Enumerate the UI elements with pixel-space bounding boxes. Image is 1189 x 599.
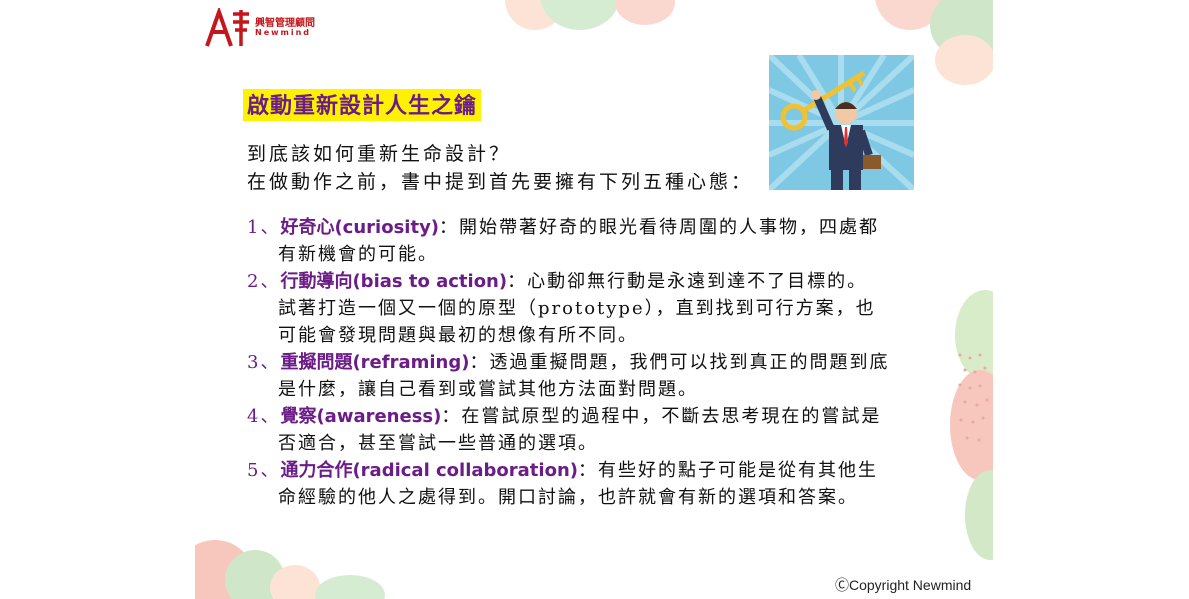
logo-en: Newmind xyxy=(255,28,312,38)
item-sep: ： xyxy=(469,352,490,373)
intro: 到底該如何重新生命設計？ 在做動作之前，書中提到首先要擁有下列五種心態： xyxy=(247,140,753,196)
logo-icon xyxy=(205,8,249,47)
decor-dots xyxy=(958,353,989,442)
list-item: 4、覺察(awareness)：在嘗試原型的過程中，不斷去思考現在的嘗試是 否適… xyxy=(247,403,947,457)
item-continuation: 試著打造一個又一個的原型（prototype），直到找到可行方案，也 xyxy=(278,298,876,319)
item-continuation: 是什麼，讓自己看到或嘗試其他方法面對問題。 xyxy=(278,379,698,400)
item-continuation: 有新機會的可能。 xyxy=(278,244,438,265)
item-number: 1、 xyxy=(247,217,281,238)
copyright: ⒸCopyright Newmind xyxy=(835,577,972,593)
item-text: 開始帶著好奇的眼光看待周圍的人事物，四處都 xyxy=(459,217,880,238)
item-term: 行動導向(bias to action) xyxy=(280,271,508,292)
item-sep: ： xyxy=(439,217,460,238)
list-item: 3、重擬問題(reframing)：透過重擬問題，我們可以找到真正的問題到底 是… xyxy=(247,349,947,403)
item-sep: ： xyxy=(507,271,528,292)
decor-blob xyxy=(615,0,675,25)
page-title: 啟動重新設計人生之鑰 xyxy=(243,89,482,121)
decor-blob xyxy=(540,0,620,30)
slide: 興智管理顧問 Newmind 啟動重新設計人生之鑰 到底該如何重新生命設計？ 在… xyxy=(195,0,993,599)
decor-blob xyxy=(935,35,993,85)
item-number: 3、 xyxy=(247,352,281,373)
intro-line: 到底該如何重新生命設計？ xyxy=(247,143,512,165)
item-continuation: 可能會發現問題與最初的想像有所不同。 xyxy=(278,325,638,346)
item-term: 重擬問題(reframing) xyxy=(280,352,470,373)
item-continuation: 命經驗的他人之處得到。開口討論，也許就會有新的選項和答案。 xyxy=(278,487,858,508)
item-text: 有些好的點子可能是從有其他生 xyxy=(598,460,878,481)
item-number: 4、 xyxy=(247,406,281,427)
decor-blob xyxy=(315,575,385,599)
decor-blob xyxy=(270,565,320,599)
item-text: 在嘗試原型的過程中，不斷去思考現在的嘗試是 xyxy=(461,406,882,427)
item-text: 心動卻無行動是永遠到達不了目標的。 xyxy=(527,271,868,292)
item-continuation: 否適合，甚至嘗試一些普通的選項。 xyxy=(278,433,598,454)
item-term: 好奇心(curiosity) xyxy=(280,217,440,238)
decor-blob xyxy=(965,470,993,560)
mindset-list: 1、好奇心(curiosity)：開始帶著好奇的眼光看待周圍的人事物，四處都 有… xyxy=(247,214,947,511)
businessman-key-illustration xyxy=(769,55,914,190)
item-sep: ： xyxy=(578,460,598,481)
list-item: 5、通力合作(radical collaboration)：有些好的點子可能是從… xyxy=(247,457,947,511)
item-number: 2、 xyxy=(247,271,281,292)
item-term: 通力合作(radical collaboration) xyxy=(280,460,578,481)
list-item: 2、行動導向(bias to action)：心動卻無行動是永遠到達不了目標的。… xyxy=(247,268,947,349)
item-text: 透過重擬問題，我們可以找到真正的問題到底 xyxy=(489,352,890,373)
logo: 興智管理顧問 Newmind xyxy=(205,8,315,48)
list-item: 1、好奇心(curiosity)：開始帶著好奇的眼光看待周圍的人事物，四處都 有… xyxy=(247,214,947,268)
intro-line: 在做動作之前，書中提到首先要擁有下列五種心態： xyxy=(247,171,754,193)
item-sep: ： xyxy=(441,406,462,427)
item-number: 5、 xyxy=(247,460,281,481)
item-term: 覺察(awareness) xyxy=(280,406,442,427)
